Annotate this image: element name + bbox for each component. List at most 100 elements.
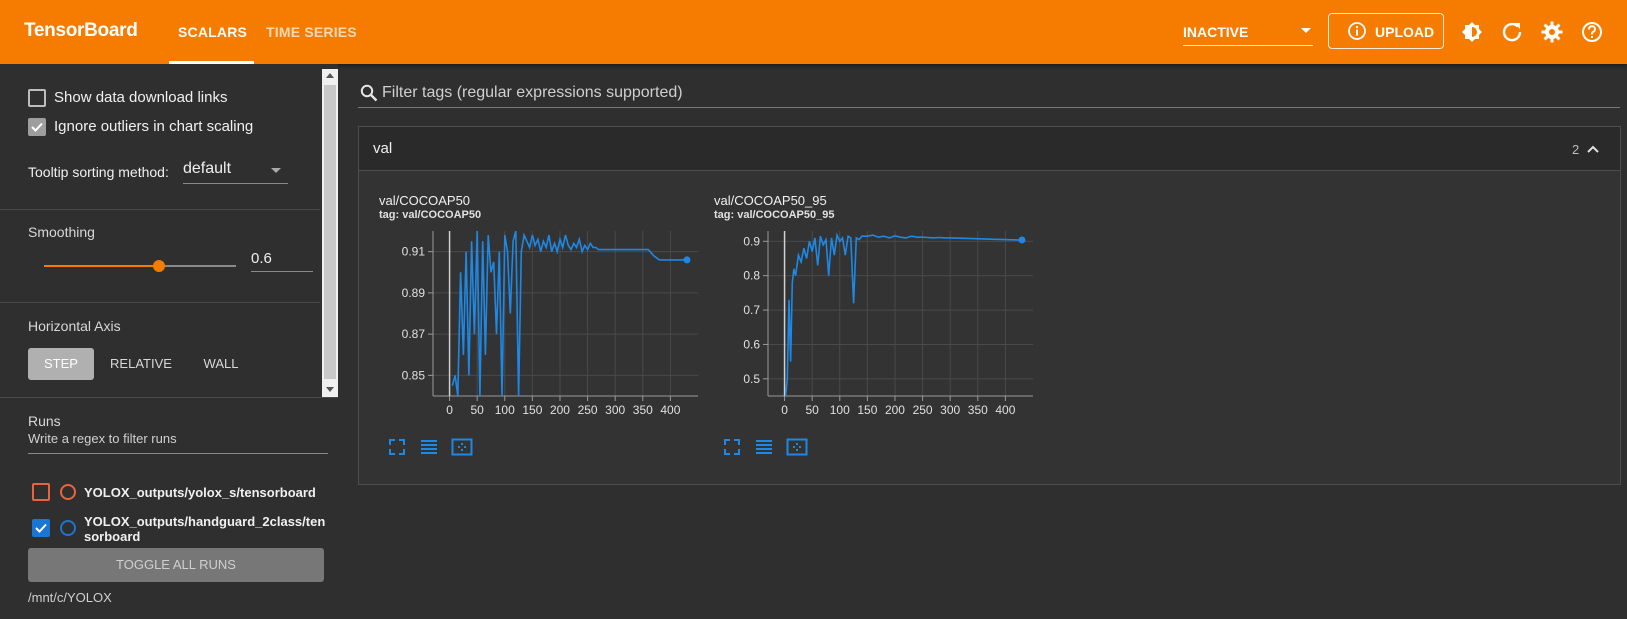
search-icon xyxy=(360,84,378,102)
settings-gear-icon[interactable] xyxy=(1540,20,1564,44)
x-tick-label: 200 xyxy=(550,403,570,417)
divider xyxy=(0,397,338,398)
tag-filter-input[interactable]: Filter tags (regular expressions support… xyxy=(358,76,1620,108)
run-row: YOLOX_outputs/yolox_s/tensorboard xyxy=(28,480,328,504)
y-tick-label: 0.5 xyxy=(743,372,760,386)
show-download-links-checkbox[interactable] xyxy=(28,89,46,107)
chart-plot[interactable]: 0 50 100 150 200 250 300 350 400 0.5 0.6 0.7 0.8 0.9 xyxy=(714,226,1044,426)
x-tick-label: 100 xyxy=(495,403,515,417)
series-last-point xyxy=(1018,236,1026,244)
run-name: YOLOX_outputs/handguard_2class/tensorboa… xyxy=(84,514,326,544)
series-raw-line xyxy=(785,233,1022,396)
x-tick-label: 350 xyxy=(968,403,988,417)
reload-status-select[interactable]: INACTIVE xyxy=(1183,14,1313,46)
tooltip-sort-value: default xyxy=(183,160,232,177)
run-color-circle[interactable] xyxy=(60,484,76,500)
y-tick-label: 0.87 xyxy=(402,327,426,341)
scrollbar-thumb[interactable] xyxy=(324,85,336,379)
x-tick-label: 200 xyxy=(885,403,905,417)
fullscreen-icon[interactable] xyxy=(722,437,742,457)
smoothing-input[interactable]: 0.6 xyxy=(251,246,313,272)
run-name: YOLOX_outputs/yolox_s/tensorboard xyxy=(84,485,316,500)
x-tick-label: 50 xyxy=(470,403,484,417)
refresh-icon[interactable] xyxy=(1500,20,1524,44)
run-color-circle[interactable] xyxy=(60,520,76,536)
run-checkbox[interactable] xyxy=(32,483,50,501)
toggle-all-runs-button[interactable]: TOGGLE ALL RUNS xyxy=(28,548,324,582)
chart-tag: tag: val/COCOAP50_95 xyxy=(714,209,835,221)
tag-group-val: val 2 val/COCOAP50 tag: val/COCOAP50 0 50… xyxy=(358,126,1621,485)
chart-title: val/COCOAP50 xyxy=(379,193,471,208)
horizontal-axis-label: Horizontal Axis xyxy=(28,318,121,334)
divider xyxy=(0,302,320,303)
chart-tag: tag: val/COCOAP50 xyxy=(379,209,482,221)
x-tick-label: 250 xyxy=(913,403,933,417)
x-tick-label: 150 xyxy=(857,403,877,417)
tab-time-series[interactable]: TIME SERIES xyxy=(266,24,357,40)
x-tick-label: 250 xyxy=(578,403,598,417)
y-tick-label: 0.7 xyxy=(743,303,760,317)
show-download-links-label[interactable]: Show data download links xyxy=(54,89,227,106)
y-tick-label: 0.9 xyxy=(743,234,760,248)
reload-status-value: INACTIVE xyxy=(1183,24,1249,40)
y-tick-label: 0.89 xyxy=(402,286,426,300)
smoothing-slider-thumb[interactable] xyxy=(153,260,165,272)
scroll-down-arrow-icon[interactable] xyxy=(326,387,334,392)
tag-group-title: val xyxy=(373,140,393,157)
fullscreen-icon[interactable] xyxy=(387,437,407,457)
toggle-log-scale-icon[interactable] xyxy=(754,437,774,457)
x-tick-label: 400 xyxy=(995,403,1015,417)
y-tick-label: 0.6 xyxy=(743,337,760,351)
x-tick-label: 400 xyxy=(660,403,680,417)
divider xyxy=(0,209,320,210)
x-tick-label: 150 xyxy=(522,403,542,417)
scalar-card: val/COCOAP50_95 tag: val/COCOAP50_95 0 50… xyxy=(714,171,1044,461)
sidebar: Show data download links Ignore outliers… xyxy=(0,64,338,619)
sidebar-scrollbar[interactable] xyxy=(322,69,338,397)
tag-group-count: 2 xyxy=(1572,142,1580,157)
axis-wall-button[interactable]: WALL xyxy=(196,348,246,380)
upload-label: UPLOAD xyxy=(1375,24,1435,40)
scalar-card: val/COCOAP50 tag: val/COCOAP50 0 50 100 150… xyxy=(379,171,709,461)
runs-filter-placeholder: Write a regex to filter runs xyxy=(28,431,177,446)
series-line xyxy=(451,231,687,396)
y-tick-label: 0.91 xyxy=(402,245,426,259)
tooltip-sort-label: Tooltip sorting method: xyxy=(28,164,169,180)
chevron-down-icon xyxy=(1301,28,1311,33)
x-tick-label: 300 xyxy=(940,403,960,417)
tag-group-header[interactable]: val 2 xyxy=(359,127,1620,171)
ignore-outliers-label[interactable]: Ignore outliers in chart scaling xyxy=(54,118,253,135)
tab-scalars[interactable]: SCALARS xyxy=(178,24,247,40)
y-tick-label: 0.85 xyxy=(402,368,426,382)
upload-button[interactable]: UPLOAD xyxy=(1328,13,1444,49)
help-icon[interactable] xyxy=(1580,20,1604,44)
run-row: YOLOX_outputs/handguard_2class/tensorboa… xyxy=(28,510,328,546)
run-checkbox[interactable] xyxy=(32,519,50,537)
x-tick-label: 0 xyxy=(446,403,453,417)
theme-toggle-icon[interactable] xyxy=(1460,20,1484,44)
brand-title[interactable]: TensorBoard xyxy=(24,20,138,42)
smoothing-label: Smoothing xyxy=(28,224,95,240)
chevron-up-icon[interactable] xyxy=(1585,141,1601,157)
smoothing-value: 0.6 xyxy=(251,250,272,267)
chart-plot[interactable]: 0 50 100 150 200 250 300 350 400 0.85 0.87 0.89 0.91 xyxy=(379,226,709,426)
x-tick-label: 50 xyxy=(805,403,819,417)
scroll-up-arrow-icon[interactable] xyxy=(326,73,334,78)
fit-domain-icon[interactable] xyxy=(786,437,808,457)
top-app-bar: TensorBoard SCALARS TIME SERIES INACTIVE… xyxy=(0,0,1627,64)
tag-filter-placeholder: Filter tags (regular expressions support… xyxy=(382,84,683,101)
axis-step-button[interactable]: STEP xyxy=(28,348,94,380)
runs-filter-input[interactable]: Write a regex to filter runs xyxy=(28,426,328,454)
axis-relative-button[interactable]: RELATIVE xyxy=(104,348,178,380)
toggle-log-scale-icon[interactable] xyxy=(419,437,439,457)
fit-domain-icon[interactable] xyxy=(451,437,473,457)
y-tick-label: 0.8 xyxy=(743,269,760,283)
x-tick-label: 100 xyxy=(830,403,850,417)
tooltip-sort-select[interactable]: default xyxy=(183,158,288,184)
x-tick-label: 350 xyxy=(633,403,653,417)
chart-title: val/COCOAP50_95 xyxy=(714,193,827,208)
smoothing-slider-fill xyxy=(44,265,159,267)
ignore-outliers-checkbox[interactable] xyxy=(28,118,46,136)
info-icon xyxy=(1348,22,1366,40)
x-tick-label: 300 xyxy=(605,403,625,417)
